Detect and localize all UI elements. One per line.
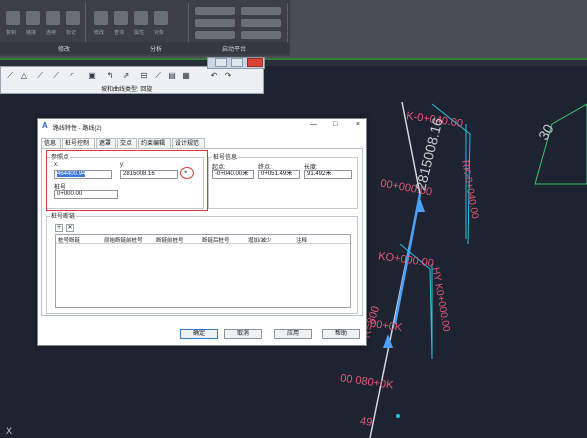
properties-icon[interactable]	[134, 11, 148, 25]
curve-type-caption: 坡和曲线类型: 回旋	[101, 87, 153, 93]
select-tool-icon[interactable]: ▣	[87, 71, 97, 81]
grid-header: 桩号断链 原始断链前桩号 断链前桩号 断链后桩号 增加/减少 注释	[56, 235, 350, 244]
direction-arrow	[415, 198, 425, 212]
grid-column-header[interactable]: 原始断链前桩号	[104, 236, 143, 244]
modify-icon[interactable]	[94, 11, 108, 25]
edit-icon[interactable]: ⟋	[153, 71, 163, 81]
design-icon[interactable]	[241, 19, 281, 27]
panel-label-launch[interactable]: 启动平台	[222, 44, 246, 53]
import-icon[interactable]	[241, 7, 281, 15]
ribbon-panel-launch	[191, 3, 288, 43]
delete-equation-icon[interactable]: ✕	[66, 224, 74, 232]
ribbon-panel-modify: 复制 链接 连续 标记	[0, 3, 86, 43]
maximize-button[interactable]: □	[333, 121, 337, 128]
break-icon[interactable]: ⊟	[139, 71, 149, 81]
insert-icon[interactable]	[195, 7, 235, 15]
grid-column-header[interactable]: 断链后桩号	[202, 236, 230, 244]
station-equations-grid[interactable]: 桩号断链 原始断链前桩号 断链前桩号 断链后桩号 增加/减少 注释	[55, 234, 351, 308]
help-button[interactable]: 帮助	[322, 329, 360, 339]
close-button[interactable]: ×	[356, 121, 360, 128]
toolbar-maximize-button[interactable]	[231, 58, 243, 67]
apply-button[interactable]: 应用	[274, 329, 312, 339]
start-station-field: -0+040.00米	[212, 170, 254, 179]
pick-point-icon[interactable]: ⌖	[184, 170, 190, 176]
undo-icon[interactable]: ↶	[209, 71, 219, 81]
ucs-icon: X	[6, 426, 13, 436]
toolbar-close-button[interactable]	[247, 58, 263, 67]
ribbon-panel-analysis: 修改 查询 属性 对象	[88, 3, 189, 43]
panel-label-analysis[interactable]: 分析	[150, 44, 162, 53]
grid-view-icon[interactable]: ▤	[167, 71, 177, 81]
delete-pi-icon[interactable]: ⇗	[121, 71, 131, 81]
station-label: 49	[359, 415, 374, 429]
continue-icon[interactable]	[46, 11, 60, 25]
mark-icon[interactable]	[66, 11, 80, 25]
ribbon-item-label: 标记	[66, 30, 77, 36]
dialog-title: 路线特性 - 路线(2)	[53, 126, 102, 132]
tab-constraint-editing[interactable]: 约束编辑	[138, 138, 171, 148]
station-equations-label: 桩号断链	[50, 211, 77, 220]
chart-icon[interactable]	[154, 11, 168, 25]
highlight-box	[46, 150, 208, 211]
app-logo-icon: A	[42, 121, 48, 130]
grid-column-header[interactable]: 增加/减少	[248, 236, 272, 244]
copy-icon[interactable]	[6, 11, 20, 25]
ribbon-panel-bar	[0, 42, 290, 54]
platform-icon[interactable]	[241, 31, 281, 39]
spiral-tool-icon[interactable]: ⟋	[35, 71, 45, 81]
ribbon-item-label: 复制	[6, 30, 17, 36]
length-field: 91.492米	[304, 170, 352, 179]
station-icon[interactable]	[195, 31, 235, 39]
ribbon-item-label: 连续	[46, 30, 57, 36]
ok-button[interactable]: 确定	[180, 329, 218, 339]
arc-tool-icon[interactable]: ◜	[67, 71, 77, 81]
tab-masks[interactable]: 遮罩	[96, 138, 116, 148]
node-point	[396, 414, 400, 418]
insert-pi-icon[interactable]: ↰	[105, 71, 115, 81]
line-tool-icon[interactable]: ⟋	[51, 71, 61, 81]
tab-info[interactable]: 信息	[41, 138, 61, 148]
add-equation-icon[interactable]: ＋	[55, 224, 63, 232]
tab-pi[interactable]: 交点	[117, 138, 137, 148]
ribbon-item-label: 对象	[154, 30, 165, 36]
tab-design-criteria[interactable]: 设计规范	[172, 138, 205, 148]
minimize-button[interactable]: —	[310, 121, 317, 128]
redo-icon[interactable]: ↷	[223, 71, 233, 81]
sub-entity-icon[interactable]: ▦	[181, 71, 191, 81]
green-region	[534, 103, 587, 185]
grid-column-header[interactable]: 断链前桩号	[156, 236, 184, 244]
ribbon-item-label: 修改	[94, 30, 105, 36]
grid-column-header[interactable]: 注释	[296, 236, 307, 244]
ribbon-item-label: 查询	[114, 30, 125, 36]
query-icon[interactable]	[114, 11, 128, 25]
grid-column-header[interactable]: 桩号断链	[58, 236, 80, 244]
toolbar-minimize-button[interactable]	[215, 58, 227, 67]
ribbon-item-label: 链接	[26, 30, 37, 36]
ribbon-item-label: 属性	[134, 30, 145, 36]
ribbon: 复制 链接 连续 标记 修改 查询 属性 对象 修改 分析 启动平台	[0, 0, 587, 58]
station-info-group	[208, 157, 358, 209]
link-icon[interactable]	[26, 11, 40, 25]
station-info-label: 桩号信息	[212, 152, 239, 161]
cancel-button[interactable]: 取消	[224, 329, 262, 339]
tangent-tool-icon[interactable]: △	[19, 71, 29, 81]
end-station-field: 0+051.49米	[258, 170, 300, 179]
dialog-titlebar[interactable]: A 路线特性 - 路线(2) — □ ×	[38, 119, 366, 133]
alignment-layout-toolbar: ⟋ △ ⟋ ⟋ ◜ ▣ ↰ ⇗ ⊟ ⟋ ▤ ▦ ↶ ↷ 坡和曲线类型: 回旋	[0, 57, 265, 94]
alignment-icon[interactable]	[195, 19, 235, 27]
curve-tool-icon[interactable]: ⟋	[5, 71, 15, 81]
panel-label-modify[interactable]: 修改	[58, 44, 70, 53]
